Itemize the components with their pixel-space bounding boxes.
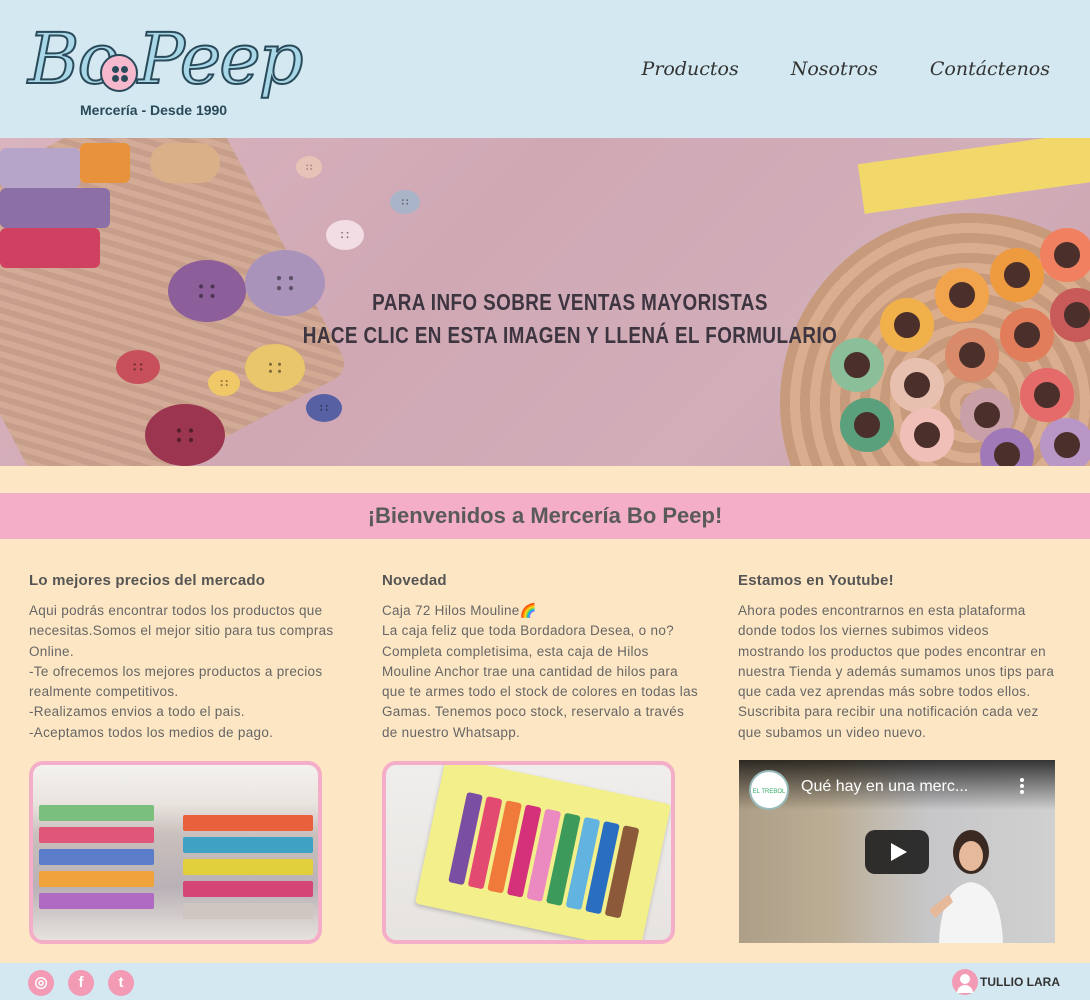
wholesale-banner[interactable]: PARA INFO SOBRE VENTAS MAYORISTAS HACE C… [0,138,1090,466]
column-title: Lo mejores precios del mercado [29,572,266,589]
logo[interactable]: Bo Peep Mercería - Desde 1990 [27,14,328,124]
thread-spool-image [1040,418,1090,466]
column-prices: Lo mejores precios del mercado Aqui podr… [29,572,349,743]
shelf-image [183,903,313,919]
thread-box-image [414,765,671,940]
thread-box-photo [382,761,675,944]
twitter-icon[interactable]: t [108,970,134,996]
thread-spool-image [900,408,954,462]
button-image [326,220,364,250]
more-options-icon[interactable] [1019,776,1025,798]
shelf-image [39,871,154,887]
logo-wordmark: Bo Peep [27,17,304,101]
facebook-icon[interactable]: f [68,970,94,996]
column-title: Novedad [382,572,447,589]
main-nav: Productos Nosotros Contáctenos [642,58,1050,80]
nav-nosotros[interactable]: Nosotros [791,58,878,80]
thread-spool-image [935,268,989,322]
shelf-image [183,881,313,897]
button-image [208,370,240,396]
instagram-icon[interactable]: ◎ [28,970,54,996]
shelf-image [183,837,313,853]
column-novedad: Novedad Caja 72 Hilos Mouline🌈 La caja f… [382,572,702,743]
play-button-icon[interactable] [865,830,929,874]
column-body: Caja 72 Hilos Mouline🌈 La caja feliz que… [382,603,698,740]
nav-contactenos[interactable]: Contáctenos [930,58,1050,80]
thread-spool-image [890,358,944,412]
welcome-title: ¡Bienvenidos a Mercería Bo Peep! [367,503,723,528]
banner-line-1: PARA INFO SOBRE VENTAS MAYORISTAS [372,289,768,315]
spool-image [150,143,220,183]
video-title[interactable]: Qué hay en una merc... [801,778,968,796]
welcome-bar: ¡Bienvenidos a Mercería Bo Peep! [0,493,1090,539]
shelf-image [183,815,313,831]
spool-image [0,148,80,188]
nav-productos[interactable]: Productos [642,58,739,80]
button-image [296,156,322,178]
presenter-image [929,830,1003,943]
column-youtube: Estamos en Youtube! Ahora podes encontra… [738,572,1058,743]
column-body: Aqui podrás encontrar todos los producto… [29,603,334,740]
thread-spool-image [880,298,934,352]
spool-image [0,228,100,268]
column-title: Estamos en Youtube! [738,572,894,589]
youtube-video-embed[interactable]: EL TREBOL Qué hay en una merc... [739,760,1055,943]
logo-subtitle: Mercería - Desde 1990 [80,102,228,118]
user-credit-link[interactable]: TULLIO LARA [952,969,1060,995]
thread-spool-image [1020,368,1074,422]
shelf-image [39,805,154,821]
button-image [116,350,160,384]
thread-spool-image [1000,308,1054,362]
user-icon [952,969,978,995]
column-body: Ahora podes encontrarnos en esta platafo… [738,603,1055,740]
spool-image [80,143,130,183]
button-icon [100,54,138,92]
button-image [145,404,225,466]
shelf-image [39,849,154,865]
store-photo [29,761,322,944]
thread-spool-image [1040,228,1090,282]
site-header: Bo Peep Mercería - Desde 1990 Productos … [0,0,1090,138]
thread-spool-image [840,398,894,452]
spool-image [0,188,110,228]
measuring-tape-image [857,138,1090,214]
shelf-image [183,859,313,875]
banner-line-2: HACE CLIC EN ESTA IMAGEN Y LLENÁ EL FORM… [302,322,838,348]
button-image [168,260,246,322]
shelf-image [39,893,154,909]
button-image [390,190,420,214]
thread-spool-image [990,248,1044,302]
user-name: TULLIO LARA [980,975,1060,989]
shelf-image [39,827,154,843]
banner-text: PARA INFO SOBRE VENTAS MAYORISTAS HACE C… [267,286,874,352]
site-footer: ◎ f t TULLIO LARA [0,963,1090,1000]
button-image [306,394,342,422]
channel-avatar[interactable]: EL TREBOL [749,770,789,810]
thread-spool-image [945,328,999,382]
